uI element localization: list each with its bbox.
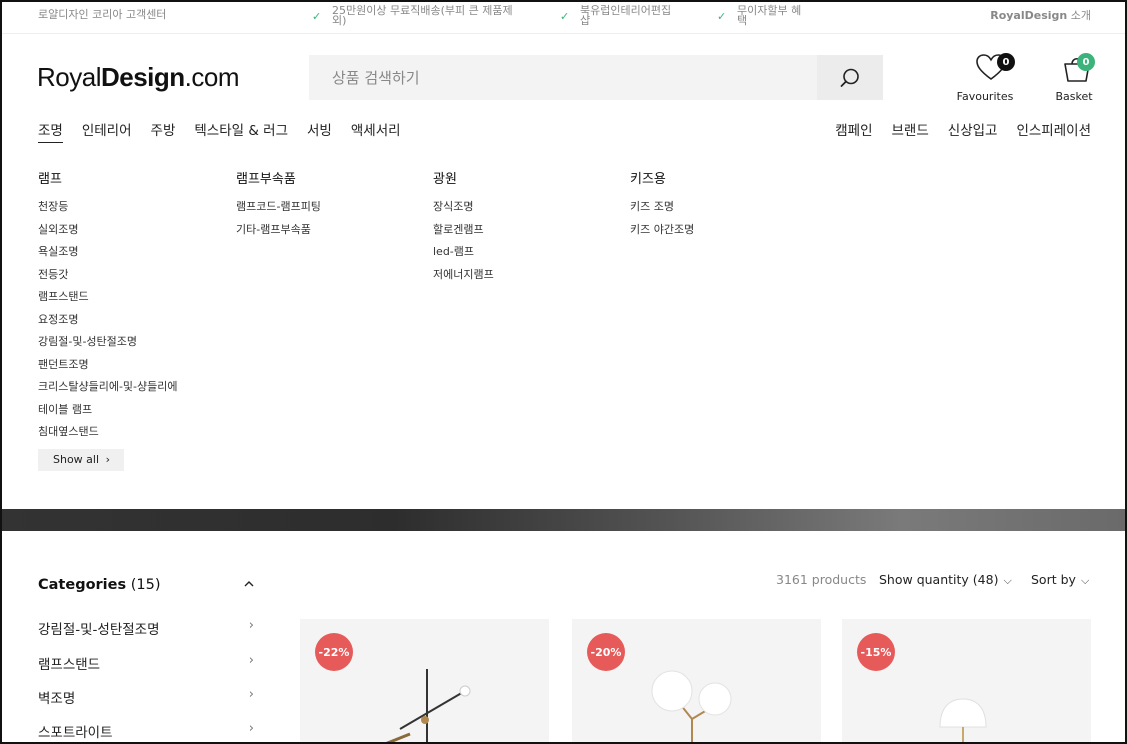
mega-link[interactable]: 실외조명 xyxy=(38,223,178,247)
category-item[interactable]: 벽조명 › xyxy=(38,687,256,707)
mega-link[interactable]: 요정조명 xyxy=(38,313,178,337)
mega-column-title[interactable]: 광원 xyxy=(433,168,494,187)
nav-kitchen[interactable]: 주방 xyxy=(151,119,176,143)
about-link[interactable]: RoyalDesign 소개 xyxy=(990,7,1091,23)
mega-link[interactable]: 키즈 야간조명 xyxy=(630,223,694,247)
usp-free-shipping: ✓ 25만원이상 무료직배송(부피 큰 제품제 외) xyxy=(312,4,513,27)
usp-nordic-shop: ✓ 북유럽인테리어편집 샵 xyxy=(560,4,672,27)
chevron-down-icon: ⌵ xyxy=(1080,574,1090,587)
mega-link[interactable]: 크리스탈샹들리에-및-샹들리에 xyxy=(38,381,178,404)
search-icon xyxy=(840,68,859,87)
mega-link[interactable]: 팬던트조명 xyxy=(38,358,178,382)
check-icon: ✓ xyxy=(717,10,727,23)
mega-link[interactable]: 기타-램프부속품 xyxy=(236,223,321,247)
mega-link[interactable]: 천장등 xyxy=(38,201,178,224)
nav-textile-rug[interactable]: 텍스타일 & 러그 xyxy=(194,119,288,143)
nav-interior[interactable]: 인테리어 xyxy=(82,119,132,143)
show-all-button[interactable]: Show all › xyxy=(38,449,124,471)
nav-lighting[interactable]: 조명 xyxy=(38,119,63,143)
nav-serving[interactable]: 서빙 xyxy=(307,119,332,143)
search-button[interactable] xyxy=(817,55,883,100)
mega-link[interactable]: 램프스탠드 xyxy=(38,291,178,314)
mega-link[interactable]: 램프코드-램프피팅 xyxy=(236,201,321,224)
nav-inspiration[interactable]: 인스피레이션 xyxy=(1016,119,1091,139)
chevron-right-icon: › xyxy=(105,453,110,466)
mega-link[interactable]: 전등갓 xyxy=(38,268,178,292)
check-icon: ✓ xyxy=(560,10,570,23)
show-quantity-dropdown[interactable]: Show quantity (48) ⌵ xyxy=(879,572,1012,588)
mega-link[interactable]: 강림절-및-성탄절조명 xyxy=(38,336,178,359)
favourites-button[interactable]: 0 Favourites xyxy=(955,53,1015,103)
mega-link[interactable]: 침대옆스탠드 xyxy=(38,426,178,449)
categories-heading: Categories (15) xyxy=(38,577,161,593)
category-item[interactable]: 강림절-및-성탄절조명 › xyxy=(38,618,256,638)
basket-label: Basket xyxy=(1055,90,1093,103)
product-card[interactable]: -20% xyxy=(572,619,821,744)
nav-campaign[interactable]: 캠페인 xyxy=(835,119,872,139)
mega-column-lamp-parts: 램프부속품 램프코드-램프피팅 기타-램프부속품 xyxy=(236,168,321,246)
mega-column-kids: 키즈용 키즈 조명 키즈 야간조명 xyxy=(630,168,694,246)
check-icon: ✓ xyxy=(312,10,322,23)
product-image xyxy=(939,698,987,744)
mega-link[interactable]: 키즈 조명 xyxy=(630,201,694,224)
mega-menu: 램프 천장등 실외조명 욕실조명 전등갓 램프스탠드 요정조명 강림절-및-성탄… xyxy=(0,155,1127,510)
main-nav: 조명 인테리어 주방 텍스타일 & 러그 서빙 액세서리 xyxy=(38,119,401,143)
chevron-right-icon: › xyxy=(248,687,254,702)
hero-banner-strip xyxy=(0,509,1127,531)
product-image xyxy=(651,670,732,744)
category-item[interactable]: 스포트라이트 › xyxy=(38,721,256,741)
nav-accessories[interactable]: 액세서리 xyxy=(351,119,401,143)
mega-link[interactable]: 할로겐램프 xyxy=(433,223,494,247)
search-bar xyxy=(309,55,883,100)
nav-new-arrivals[interactable]: 신상입고 xyxy=(948,119,998,139)
chevron-right-icon: › xyxy=(248,721,254,736)
top-bar: 로얄디자인 코리아 고객센터 ✓ 25만원이상 무료직배송(부피 큰 제품제 외… xyxy=(0,0,1127,34)
search-input[interactable] xyxy=(309,55,817,100)
product-card[interactable]: -22% xyxy=(300,619,549,744)
mega-link[interactable]: 저에너지램프 xyxy=(433,268,494,292)
mega-link[interactable]: 욕실조명 xyxy=(38,246,178,269)
mega-column-title[interactable]: 키즈용 xyxy=(630,168,694,187)
mega-link[interactable]: 테이블 램프 xyxy=(38,403,178,427)
product-count: 3161 products xyxy=(776,572,867,587)
favourites-label: Favourites xyxy=(956,90,1014,103)
mega-column-light-sources: 광원 장식조명 할로겐램프 led-램프 저에너지램프 xyxy=(433,168,494,291)
product-image xyxy=(384,669,471,744)
logo[interactable]: RoyalDesign.com xyxy=(37,62,240,93)
chevron-down-icon: ⌵ xyxy=(1003,574,1012,587)
mega-column-title[interactable]: 램프 xyxy=(38,168,178,187)
mega-link[interactable]: 장식조명 xyxy=(433,201,494,224)
favourites-count-badge: 0 xyxy=(997,53,1015,71)
chevron-right-icon: › xyxy=(248,653,254,668)
mega-column-title[interactable]: 램프부속품 xyxy=(236,168,321,187)
chevron-up-icon[interactable] xyxy=(243,579,255,589)
mega-link[interactable]: led-램프 xyxy=(433,246,494,269)
secondary-nav: 캠페인 브랜드 신상입고 인스피레이션 xyxy=(835,119,1091,139)
category-item[interactable]: 램프스탠드 › xyxy=(38,653,256,673)
basket-button[interactable]: 0 Basket xyxy=(1052,53,1096,103)
product-card[interactable]: -15% xyxy=(842,619,1091,744)
customer-center-link[interactable]: 로얄디자인 코리아 고객센터 xyxy=(38,6,166,22)
basket-count-badge: 0 xyxy=(1077,53,1095,71)
mega-column-lamps: 램프 천장등 실외조명 욕실조명 전등갓 램프스탠드 요정조명 강림절-및-성탄… xyxy=(38,168,178,449)
usp-installment: ✓ 무이자할부 혜 택 xyxy=(717,4,802,27)
sort-by-dropdown[interactable]: Sort by ⌵ xyxy=(1031,572,1089,588)
chevron-right-icon: › xyxy=(248,618,254,633)
nav-brands[interactable]: 브랜드 xyxy=(892,119,929,139)
